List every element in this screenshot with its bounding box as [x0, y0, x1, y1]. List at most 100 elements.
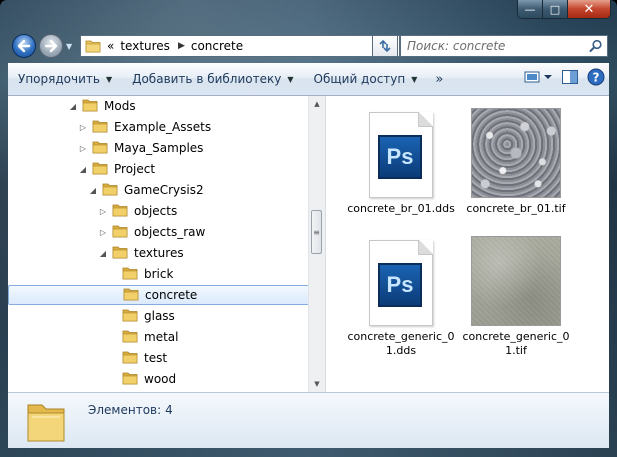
- file-item[interactable]: Ps concrete_br_01.dds: [346, 102, 456, 216]
- details-pane: Элементов: 4: [8, 392, 609, 448]
- help-icon[interactable]: ?: [587, 68, 605, 86]
- arrow-left-icon: [17, 39, 31, 53]
- tree-item-label: objects_raw: [134, 225, 206, 239]
- main-content: ◢ Mods ▷ Example_Assets ▷ Maya_Samples ◢ Projec…: [8, 96, 609, 392]
- tree-item-mods[interactable]: ◢ Mods: [68, 96, 136, 116]
- explorer-window: — □ ✕ ▼ « textures ▶ concrete ▼ Поиск: c…: [0, 0, 617, 457]
- folder-icon: [92, 161, 108, 178]
- breadcrumb-concrete[interactable]: concrete: [191, 39, 243, 53]
- file-name: concrete_generic_01.tif: [462, 330, 570, 357]
- document-icon: Ps: [369, 112, 433, 198]
- close-button[interactable]: ✕: [568, 0, 611, 19]
- folder-icon: [85, 40, 101, 53]
- tree-item-project[interactable]: ◢ Project: [78, 159, 155, 179]
- command-bar: Упорядочить ▼ Добавить в библиотеку ▼ Общи…: [8, 63, 609, 96]
- search-placeholder: Поиск: concrete: [407, 39, 506, 53]
- expand-arrow-icon[interactable]: ▷: [78, 123, 88, 132]
- photoshop-icon: Ps: [378, 263, 422, 307]
- navigation-bar: ▼ « textures ▶ concrete ▼ Поиск: concret…: [8, 33, 609, 59]
- svg-text:?: ?: [593, 71, 600, 85]
- folder-icon: [122, 308, 138, 325]
- tree-item-example-assets[interactable]: ▷ Example_Assets: [78, 117, 211, 137]
- search-input[interactable]: Поиск: concrete: [400, 35, 608, 57]
- collapse-arrow-icon[interactable]: ◢: [88, 186, 98, 195]
- tree-item-label: Mods: [104, 99, 136, 113]
- folder-icon: [82, 98, 98, 115]
- back-button[interactable]: [12, 34, 36, 58]
- folder-icon: [92, 119, 108, 136]
- collapse-arrow-icon[interactable]: ◢: [98, 249, 108, 258]
- file-thumbnail: [461, 102, 571, 198]
- tree-item-maya-samples[interactable]: ▷ Maya_Samples: [78, 138, 204, 158]
- tree-item-objects[interactable]: ▷ objects: [98, 201, 177, 221]
- recent-pages-icon[interactable]: ▼: [66, 42, 74, 51]
- folder-icon: [92, 140, 108, 157]
- file-item[interactable]: Ps concrete_generic_01.dds: [346, 230, 456, 358]
- gravel-texture-thumbnail: [471, 108, 561, 198]
- tree-item-glass[interactable]: glass: [108, 306, 175, 326]
- breadcrumb-separator-icon[interactable]: ▶: [178, 41, 185, 51]
- folder-icon: [122, 266, 138, 283]
- tree-item-label: glass: [144, 309, 175, 323]
- collapse-arrow-icon[interactable]: ◢: [78, 165, 88, 174]
- toolbar-right: ?: [523, 68, 605, 86]
- share-label: Общий доступ: [313, 72, 406, 86]
- tree-item-label: objects: [134, 204, 178, 218]
- expand-arrow-icon[interactable]: ▷: [78, 144, 88, 153]
- file-name: concrete_generic_01.dds: [347, 330, 455, 357]
- scroll-up-icon[interactable]: ▲: [309, 96, 325, 112]
- tree-item-label: Example_Assets: [114, 120, 212, 134]
- organize-label: Упорядочить: [18, 72, 100, 86]
- folder-icon: [112, 245, 128, 262]
- arrow-right-icon: [44, 39, 58, 53]
- file-name: concrete_br_01.tif: [466, 202, 566, 215]
- maximize-button[interactable]: □: [543, 0, 568, 19]
- expand-arrow-icon[interactable]: ▷: [98, 207, 108, 216]
- folder-icon: [112, 203, 128, 220]
- file-item[interactable]: concrete_br_01.tif: [461, 102, 571, 216]
- forward-button[interactable]: [39, 34, 63, 58]
- scroll-thumb[interactable]: ≡: [311, 210, 322, 254]
- item-count-value: 4: [165, 403, 173, 417]
- tree-item-label: GameCrysis2: [124, 183, 204, 197]
- tree-item-label: wood: [144, 372, 177, 386]
- file-thumbnail: Ps: [346, 102, 456, 198]
- address-overflow[interactable]: «: [107, 39, 114, 53]
- breadcrumb-textures[interactable]: textures: [120, 39, 170, 53]
- preview-pane-icon[interactable]: [561, 69, 579, 85]
- folder-icon: [122, 350, 138, 367]
- change-view-icon[interactable]: [523, 69, 553, 85]
- tree-item-metal[interactable]: metal: [108, 327, 178, 347]
- refresh-button[interactable]: [372, 35, 398, 57]
- tree-item-label: metal: [144, 330, 179, 344]
- minimize-button[interactable]: —: [517, 0, 543, 19]
- folder-icon: [102, 182, 118, 199]
- tree-item-wood[interactable]: wood: [108, 369, 176, 389]
- folder-large-icon: [27, 404, 65, 442]
- scroll-down-icon[interactable]: ▼: [309, 376, 325, 392]
- address-bar[interactable]: « textures ▶ concrete ▼: [80, 35, 400, 57]
- navigation-scrollbar[interactable]: ▲ ≡ ▼: [308, 96, 325, 392]
- navigation-pane: ◢ Mods ▷ Example_Assets ▷ Maya_Samples ◢ Projec…: [8, 96, 326, 392]
- collapse-arrow-icon[interactable]: ◢: [68, 102, 78, 111]
- tree-item-test[interactable]: test: [108, 348, 167, 368]
- add-to-library-button[interactable]: Добавить в библиотеку ▼: [122, 68, 303, 90]
- expand-arrow-icon[interactable]: ▷: [98, 228, 108, 237]
- more-commands-button[interactable]: »: [427, 68, 451, 90]
- tree-item-textures[interactable]: ◢ textures: [98, 243, 184, 263]
- tree-item-concrete[interactable]: concrete: [8, 285, 314, 305]
- file-thumbnail: Ps: [346, 230, 456, 326]
- tree-item-brick[interactable]: brick: [108, 264, 173, 284]
- organize-button[interactable]: Упорядочить ▼: [8, 68, 122, 90]
- tree-item-label: concrete: [145, 288, 198, 302]
- share-button[interactable]: Общий доступ ▼: [304, 68, 428, 90]
- concrete-texture-thumbnail: [471, 236, 561, 326]
- document-icon: Ps: [369, 240, 433, 326]
- tree-item-gamecrysis2[interactable]: ◢ GameCrysis2: [88, 180, 204, 200]
- caret-down-icon: ▼: [411, 74, 418, 84]
- photoshop-icon: Ps: [378, 135, 422, 179]
- tree-item-objects-raw[interactable]: ▷ objects_raw: [98, 222, 205, 242]
- search-icon[interactable]: [589, 39, 603, 53]
- file-item[interactable]: concrete_generic_01.tif: [461, 230, 571, 358]
- file-thumbnail: [461, 230, 571, 326]
